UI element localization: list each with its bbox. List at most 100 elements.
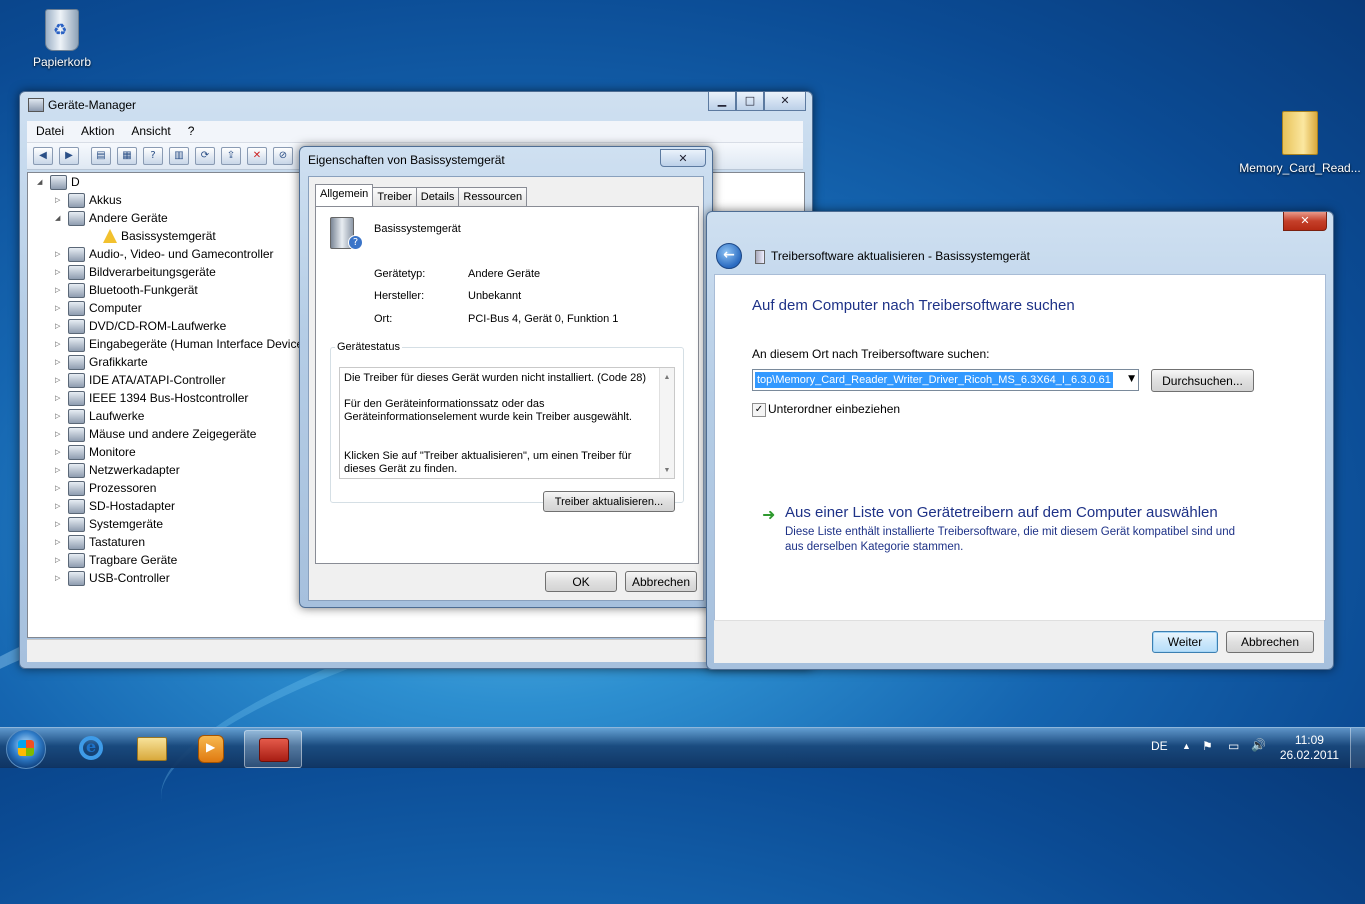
tree-item[interactable]: ▷ DVD/CD-ROM-Laufwerke: [55, 317, 226, 335]
collapse-icon[interactable]: ◢: [37, 178, 46, 186]
action-pane-icon[interactable]: ▥: [169, 147, 189, 165]
action-center-icon[interactable]: ⚑: [1202, 739, 1213, 753]
tree-item[interactable]: Basissystemgerät: [90, 227, 216, 245]
ok-button[interactable]: OK: [545, 571, 617, 592]
expand-icon[interactable]: ▷: [55, 430, 64, 438]
tree-item[interactable]: ▷ Prozessoren: [55, 479, 156, 497]
taskbar-media-player[interactable]: [182, 730, 238, 766]
expand-icon[interactable]: ▷: [55, 556, 64, 564]
expand-icon[interactable]: ▷: [55, 484, 64, 492]
collapse-icon[interactable]: ◢: [55, 214, 64, 222]
tree-item[interactable]: ▷ Eingabegeräte (Human Interface Devices): [55, 335, 313, 353]
menu-help[interactable]: ?: [179, 121, 203, 142]
show-hide-console-tree-icon[interactable]: ▤: [91, 147, 111, 165]
tree-item[interactable]: ▷ Monitore: [55, 443, 136, 461]
update-driver-wizard: ✕ ← Treibersoftware aktualisieren - Basi…: [706, 211, 1334, 670]
tree-item[interactable]: ▷ IDE ATA/ATAPI-Controller: [55, 371, 225, 389]
menu-datei[interactable]: Datei: [27, 121, 72, 142]
browse-button[interactable]: Durchsuchen...: [1151, 369, 1254, 392]
tree-item[interactable]: ▷ Computer: [55, 299, 142, 317]
expand-icon[interactable]: ▷: [55, 376, 64, 384]
taskbar-device-manager[interactable]: [244, 730, 302, 768]
close-button[interactable]: ✕: [764, 92, 806, 111]
include-subfolders-checkbox[interactable]: ✓: [752, 403, 766, 417]
back-arrow-icon[interactable]: ←: [716, 243, 742, 269]
expand-icon[interactable]: ▷: [55, 394, 64, 402]
expand-icon[interactable]: ▷: [55, 520, 64, 528]
expand-icon[interactable]: ▷: [55, 250, 64, 258]
expand-icon[interactable]: ▷: [55, 286, 64, 294]
update-driver-icon[interactable]: ⇪: [221, 147, 241, 165]
taskbar-explorer[interactable]: [122, 730, 178, 766]
tree-item[interactable]: ▷ SD-Hostadapter: [55, 497, 175, 515]
taskbar-internet-explorer[interactable]: [62, 730, 118, 766]
menu-ansicht[interactable]: Ansicht: [122, 121, 178, 142]
tree-item[interactable]: ▷ Laufwerke: [55, 407, 144, 425]
expand-icon[interactable]: ▷: [55, 304, 64, 312]
show-hidden-icons[interactable]: ▲: [1182, 741, 1191, 751]
back-icon[interactable]: ◀: [33, 147, 53, 165]
expand-icon[interactable]: ▷: [55, 412, 64, 420]
tree-item[interactable]: ▷ Audio-, Video- und Gamecontroller: [55, 245, 274, 263]
tree-item[interactable]: ◢ Andere Geräte: [55, 209, 168, 227]
tree-item[interactable]: ▷ USB-Controller: [55, 569, 170, 587]
expand-icon[interactable]: ▷: [55, 538, 64, 546]
tree-item[interactable]: ▷ IEEE 1394 Bus-Hostcontroller: [55, 389, 248, 407]
desktop-icon-recycle-bin[interactable]: Papierkorb: [16, 3, 108, 69]
network-icon[interactable]: ▭: [1228, 739, 1239, 753]
show-desktop-button[interactable]: [1350, 728, 1365, 768]
menu-aktion[interactable]: Aktion: [72, 121, 122, 142]
tree-item[interactable]: ▷ Mäuse und andere Zeigegeräte: [55, 425, 256, 443]
forward-icon[interactable]: ▶: [59, 147, 79, 165]
tab-treiber[interactable]: Treiber: [372, 187, 417, 206]
device-status-text[interactable]: Die Treiber für dieses Gerät wurden nich…: [339, 367, 675, 479]
tree-root[interactable]: ◢ D: [37, 173, 80, 191]
tree-item[interactable]: ▷ Bildverarbeitungsgeräte: [55, 263, 216, 281]
volume-icon[interactable]: 🔊: [1251, 738, 1266, 752]
scroll-down-icon[interactable]: ▼: [660, 464, 674, 477]
properties-icon[interactable]: ▦: [117, 147, 137, 165]
cancel-button[interactable]: Abbrechen: [625, 571, 697, 592]
next-button[interactable]: Weiter: [1152, 631, 1218, 653]
close-button[interactable]: ✕: [1283, 212, 1327, 231]
desktop-icon-folder[interactable]: Memory_Card_Read...: [1238, 107, 1362, 175]
update-driver-button[interactable]: Treiber aktualisieren...: [543, 491, 675, 512]
tree-item[interactable]: ▷ Akkus: [55, 191, 122, 209]
tree-item[interactable]: ▷ Systemgeräte: [55, 515, 163, 533]
maximize-button[interactable]: □: [736, 92, 764, 111]
language-indicator[interactable]: DE: [1151, 739, 1168, 753]
scan-hardware-icon[interactable]: ⟳: [195, 147, 215, 165]
search-path-combobox[interactable]: top\Memory_Card_Reader_Writer_Driver_Ric…: [752, 369, 1139, 391]
close-button[interactable]: ✕: [660, 149, 706, 167]
choose-from-list-link[interactable]: Aus einer Liste von Gerätetreibern auf d…: [785, 504, 1218, 521]
tab-allgemein[interactable]: Allgemein: [315, 184, 374, 206]
scroll-up-icon[interactable]: ▲: [660, 371, 674, 384]
disable-device-icon[interactable]: ⊘: [273, 147, 293, 165]
tree-item-label: IEEE 1394 Bus-Hostcontroller: [89, 391, 249, 405]
expand-icon[interactable]: ▷: [55, 502, 64, 510]
expand-icon[interactable]: ▷: [55, 574, 64, 582]
tree-item[interactable]: ▷ Netzwerkadapter: [55, 461, 180, 479]
minimize-button[interactable]: ▁: [708, 92, 736, 111]
tree-item[interactable]: ▷ Bluetooth-Funkgerät: [55, 281, 198, 299]
tree-item[interactable]: ▷ Tastaturen: [55, 533, 145, 551]
tree-item[interactable]: ▷ Grafikkarte: [55, 353, 148, 371]
expand-icon[interactable]: ▷: [55, 358, 64, 366]
expand-icon[interactable]: ▷: [55, 466, 64, 474]
chevron-down-icon[interactable]: ▼: [1128, 374, 1135, 384]
expand-icon[interactable]: ▷: [55, 322, 64, 330]
expand-icon[interactable]: ▷: [55, 340, 64, 348]
expand-icon[interactable]: ▷: [55, 448, 64, 456]
uninstall-icon[interactable]: ✕: [247, 147, 267, 165]
clock[interactable]: 11:09 26.02.2011: [1280, 733, 1339, 763]
help-icon[interactable]: ?: [143, 147, 163, 165]
expand-icon[interactable]: ▷: [55, 196, 64, 204]
expand-icon[interactable]: ▷: [55, 268, 64, 276]
tab-ressourcen[interactable]: Ressourcen: [458, 187, 528, 206]
cancel-button[interactable]: Abbrechen: [1226, 631, 1314, 653]
start-button[interactable]: [6, 729, 46, 769]
tree-item[interactable]: ▷ Tragbare Geräte: [55, 551, 177, 569]
vertical-scrollbar[interactable]: ▲ ▼: [659, 368, 674, 478]
tab-details[interactable]: Details: [415, 187, 460, 206]
tree-item-label: Bildverarbeitungsgeräte: [89, 265, 216, 279]
